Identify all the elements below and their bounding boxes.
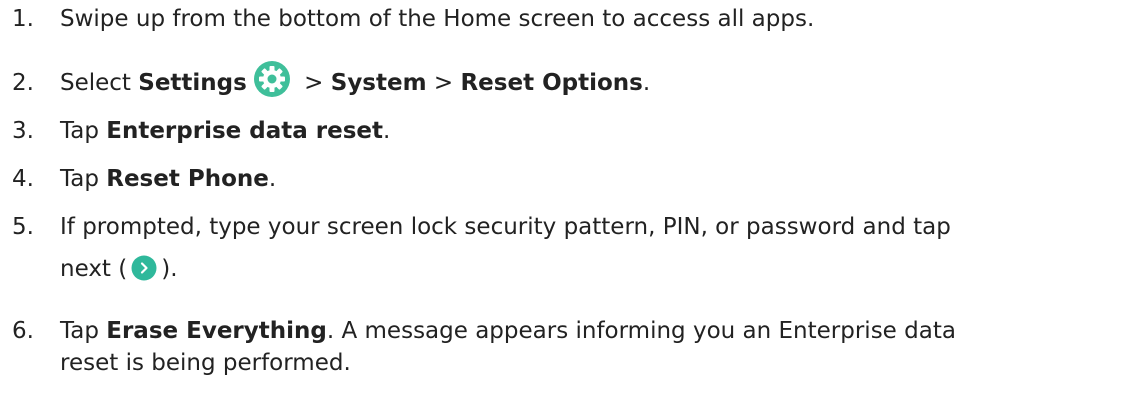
step-5: 5. If prompted, type your screen lock sec… xyxy=(12,208,1112,288)
next-arrow-icon xyxy=(131,255,157,281)
step-suffix: . xyxy=(268,166,277,192)
step-text-line-2-prefix: next ( xyxy=(60,256,128,282)
step-text-line-1: If prompted, type your screen lock secur… xyxy=(60,214,951,240)
separator: > xyxy=(426,70,461,96)
settings-gear-icon xyxy=(253,60,291,98)
step-suffix: . xyxy=(383,118,391,144)
step-5-continuation: next ( ). xyxy=(12,250,1112,288)
settings-label: Settings xyxy=(138,70,247,96)
step-suffix: . xyxy=(642,70,651,96)
step-2: 2. Select Settings > System > Reset Optio… xyxy=(12,60,1112,102)
enterprise-data-reset-label: Enterprise data reset xyxy=(106,118,383,144)
step-number: 2. xyxy=(12,70,34,96)
step-number: 4. xyxy=(12,166,34,192)
step-prefix: Tap xyxy=(60,166,107,192)
step-prefix: Select xyxy=(60,70,139,96)
step-number: 1. xyxy=(12,6,34,32)
step-prefix: Tap xyxy=(60,318,107,344)
step-text-line-1-rest: . A message appears informing you an Ent… xyxy=(326,318,956,344)
step-text-line-2-suffix: ). xyxy=(161,256,178,282)
system-label: System xyxy=(330,70,427,96)
step-3: 3. Tap Enterprise data reset. xyxy=(12,112,1112,150)
step-6: 6. Tap Erase Everything. A message appear… xyxy=(12,312,1112,382)
erase-everything-label: Erase Everything xyxy=(106,318,327,344)
step-text-line-2: reset is being performed. xyxy=(60,350,351,376)
step-prefix: Tap xyxy=(60,118,107,144)
step-4: 4. Tap Reset Phone. xyxy=(12,160,1112,198)
reset-options-label: Reset Options xyxy=(460,70,643,96)
step-number: 6. xyxy=(12,318,34,344)
step-number: 3. xyxy=(12,118,34,144)
step-1: 1. Swipe up from the bottom of the Home s… xyxy=(12,0,1112,38)
reset-phone-label: Reset Phone xyxy=(106,166,269,192)
step-text: Swipe up from the bottom of the Home scr… xyxy=(60,6,815,32)
separator: > xyxy=(296,70,331,96)
step-number: 5. xyxy=(12,214,34,240)
